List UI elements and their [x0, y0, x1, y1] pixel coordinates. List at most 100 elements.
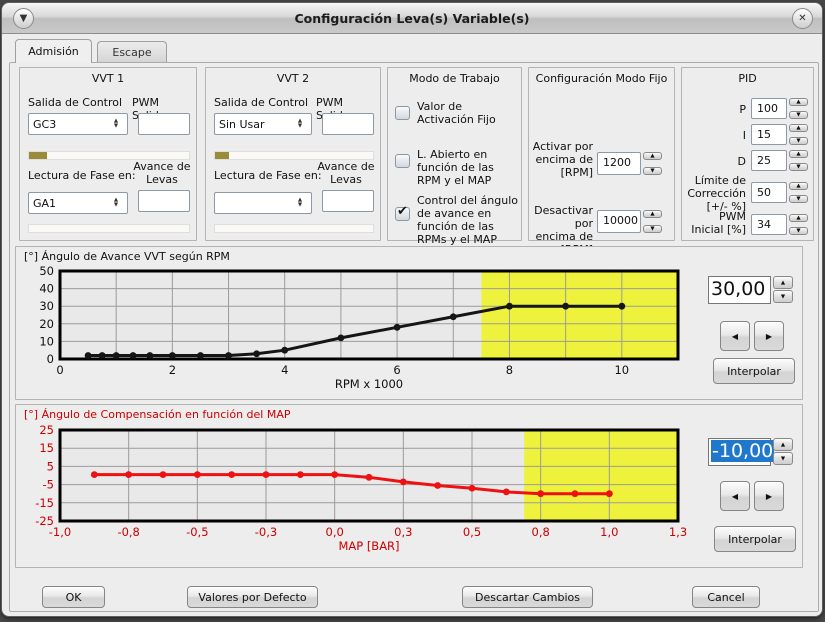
rpm-prev-cell-button[interactable]: ◀	[720, 321, 750, 351]
checkbox-lazo-abierto[interactable]: ✔	[395, 154, 410, 168]
spin-down-icon[interactable]: ▼	[789, 195, 808, 203]
spin-down-icon[interactable]: ▼	[789, 227, 808, 235]
svg-text:40: 40	[39, 282, 54, 296]
svg-text:0,8: 0,8	[532, 525, 550, 539]
desactivar-spinbox[interactable]: 10000 ▲ ▼	[597, 210, 662, 233]
spin-down-icon[interactable]: ▼	[789, 137, 808, 145]
svg-text:30: 30	[39, 299, 54, 313]
map-next-cell-button[interactable]: ▶	[754, 481, 784, 511]
svg-text:-0,8: -0,8	[117, 525, 139, 539]
modo-group: Modo de Trabajo ✔ Valor de Activación Fi…	[387, 67, 522, 241]
activar-value[interactable]: 1200	[597, 152, 641, 175]
rpm-chart[interactable]: 024681001020304050RPM x 1000	[16, 263, 704, 395]
spin-down-icon[interactable]: ▼	[773, 452, 793, 465]
pid-group: PID P 100 ▲▼ I 15 ▲▼ D 25 ▲▼ Límite de C…	[681, 67, 814, 241]
svg-text:4: 4	[281, 363, 288, 377]
svg-text:0,3: 0,3	[394, 525, 412, 539]
map-interpolar-button[interactable]: Interpolar	[714, 526, 796, 552]
spin-up-icon[interactable]: ▲	[789, 182, 808, 190]
vvt2-salida-label: Salida de Control	[214, 96, 308, 109]
pid-title: PID	[682, 72, 813, 85]
tab-escape[interactable]: Escape	[97, 41, 167, 63]
spin-down-icon[interactable]: ▼	[789, 163, 808, 171]
dialog-window: ▼ Configuración Leva(s) Variable(s) ✕ Ad…	[1, 2, 823, 617]
arrow-left-icon: ◀	[732, 332, 738, 341]
pid-d-value[interactable]: 25	[751, 150, 787, 171]
pid-p-value[interactable]: 100	[751, 98, 787, 119]
valores-por-defecto-button[interactable]: Valores por Defecto	[187, 586, 318, 608]
desactivar-value[interactable]: 10000	[597, 210, 641, 233]
rpm-cell-value[interactable]: 30,00	[708, 276, 771, 304]
vvt1-avance-field[interactable]	[138, 190, 190, 212]
rpm-cell-spinner: ▲ ▼	[773, 276, 793, 303]
title-bar: ▼ Configuración Leva(s) Variable(s) ✕	[2, 3, 822, 34]
vvt1-phase-bar	[28, 224, 190, 233]
spin-up-icon[interactable]: ▲	[643, 152, 662, 160]
pid-i-spinbox[interactable]: 15 ▲ ▼	[751, 124, 808, 145]
pid-p-spinbox[interactable]: 100 ▲ ▼	[751, 98, 808, 119]
checkbox-control-angulo[interactable]: ✔	[395, 207, 410, 221]
vvt1-fase-combo[interactable]: GA1 ▲▼	[28, 192, 128, 214]
pid-p-label: P	[684, 103, 746, 116]
map-chart[interactable]: -1,0-0,8-0,5-0,30,00,30,50,81,01,325155-…	[16, 422, 704, 564]
close-button[interactable]: ✕	[792, 8, 813, 29]
checkbox-valor-fijo[interactable]: ✔	[395, 106, 410, 120]
rpm-interpolar-button[interactable]: Interpolar	[713, 358, 795, 384]
vvt2-avance-field[interactable]	[322, 190, 374, 212]
combo-updown-icon[interactable]: ▲▼	[105, 119, 127, 129]
vvt2-avance-label: Avance de Levas	[316, 160, 376, 186]
vvt2-group: VVT 2 Salida de Control PWM Salida Sin U…	[205, 67, 381, 241]
pid-limite-label: Límite de Corrección [+/- %]	[684, 174, 746, 213]
ok-button[interactable]: OK	[42, 586, 105, 608]
spin-up-icon[interactable]: ▲	[789, 214, 808, 222]
activar-spinbox[interactable]: 1200 ▲ ▼	[597, 152, 662, 175]
rpm-next-cell-button[interactable]: ▶	[754, 321, 784, 351]
combo-updown-icon[interactable]: ▲▼	[289, 119, 311, 129]
descartar-cambios-button[interactable]: Descartar Cambios	[462, 586, 593, 608]
pid-limite-value[interactable]: 50	[751, 182, 787, 203]
vvt1-salida-combo[interactable]: GC3 ▲▼	[28, 113, 128, 135]
cancel-button[interactable]: Cancel	[692, 586, 760, 608]
vvt1-fase-value: GA1	[29, 197, 105, 210]
window-title: Configuración Leva(s) Variable(s)	[2, 11, 822, 26]
spin-down-icon[interactable]: ▼	[643, 225, 662, 233]
map-prev-cell-button[interactable]: ◀	[720, 481, 750, 511]
map-chart-title: [°] Ángulo de Compensación en función de…	[24, 408, 291, 421]
vvt1-pwm-field[interactable]	[138, 113, 190, 135]
svg-text:20: 20	[39, 317, 54, 331]
spin-up-icon[interactable]: ▲	[643, 210, 662, 218]
svg-text:0: 0	[47, 352, 54, 366]
svg-text:1,3: 1,3	[669, 525, 687, 539]
svg-text:0,0: 0,0	[326, 525, 344, 539]
vvt2-fase-combo[interactable]: ▲▼	[214, 192, 312, 214]
pid-i-value[interactable]: 15	[751, 124, 787, 145]
spin-down-icon[interactable]: ▼	[773, 290, 793, 303]
spin-up-icon[interactable]: ▲	[789, 124, 808, 132]
spin-down-icon[interactable]: ▼	[789, 111, 808, 119]
pid-d-label: D	[684, 155, 746, 168]
svg-text:2: 2	[169, 363, 176, 377]
tab-admision[interactable]: Admisión	[15, 39, 92, 63]
spin-up-icon[interactable]: ▲	[789, 150, 808, 158]
map-cell-value[interactable]: -10,00	[708, 438, 771, 466]
pid-pwm-spinbox[interactable]: 34 ▲ ▼	[751, 214, 808, 235]
vvt2-pwm-field[interactable]	[322, 113, 374, 135]
activar-label: Activar por encima de [RPM]	[531, 140, 593, 179]
combo-updown-icon[interactable]: ▲▼	[105, 198, 127, 208]
modo-fijo-group: Configuración Modo Fijo Activar por enci…	[528, 67, 675, 241]
spin-down-icon[interactable]: ▼	[643, 167, 662, 175]
spin-up-icon[interactable]: ▲	[789, 98, 808, 106]
spin-up-icon[interactable]: ▲	[773, 438, 793, 451]
svg-text:0: 0	[56, 363, 63, 377]
pid-limite-spinbox[interactable]: 50 ▲ ▼	[751, 182, 808, 203]
combo-updown-icon[interactable]: ▲▼	[289, 198, 311, 208]
vvt2-salida-combo[interactable]: Sin Usar ▲▼	[214, 113, 312, 135]
rpm-chart-title: [°] Ángulo de Avance VVT según RPM	[24, 250, 230, 263]
arrow-left-icon: ◀	[732, 492, 738, 501]
spin-up-icon[interactable]: ▲	[773, 276, 793, 289]
map-cell-spinner: ▲ ▼	[773, 438, 793, 465]
pid-d-spinbox[interactable]: 25 ▲ ▼	[751, 150, 808, 171]
checkbox-control-angulo-label: Control del ángulo de avance en función …	[417, 194, 521, 246]
vvt1-group: VVT 1 Salida de Control PWM Salida GC3 ▲…	[19, 67, 197, 241]
pid-pwm-value[interactable]: 34	[751, 214, 787, 235]
